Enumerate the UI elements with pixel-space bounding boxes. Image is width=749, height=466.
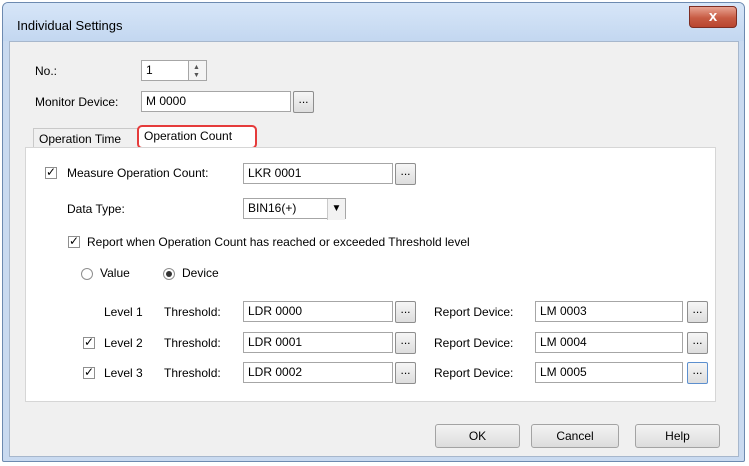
level-2-threshold-browse-button[interactable]: ... [395,332,416,354]
level-3-threshold-input[interactable]: LDR 0002 [243,362,393,383]
device-radio-label: Device [182,266,219,280]
level-3-report-device-label: Report Device: [434,366,514,380]
measure-operation-count-checkbox[interactable]: ✓ [45,166,57,179]
ok-button[interactable]: OK [435,424,520,448]
level-1-threshold-label: Threshold: [164,305,221,319]
level-2-checkbox[interactable]: ✓ [83,336,95,349]
data-type-select[interactable]: BIN16(+) ▼ [243,198,346,220]
no-label: No.: [35,64,58,78]
level-1-threshold-input[interactable]: LDR 0000 [243,301,393,322]
report-threshold-label: Report when Operation Count has reached … [87,235,470,249]
level-1-threshold-browse-button[interactable]: ... [395,301,416,323]
level-3-threshold-browse-button[interactable]: ... [395,362,416,384]
level-1-report-device-input[interactable]: LM 0003 [535,301,683,322]
data-type-label: Data Type: [67,202,125,216]
monitor-device-input[interactable]: M 0000 [141,91,291,112]
measure-operation-count-browse-button[interactable]: ... [395,163,416,185]
level-1-report-device-label: Report Device: [434,305,514,319]
level-2-threshold-input[interactable]: LDR 0001 [243,332,393,353]
radio-selected-dot [166,271,172,277]
cancel-button[interactable]: Cancel [531,424,619,448]
level-3-checkbox[interactable]: ✓ [83,366,95,379]
level-2-threshold-label: Threshold: [164,336,221,350]
monitor-device-label: Monitor Device: [35,95,119,109]
level-3-report-device-input[interactable]: LM 0005 [535,362,683,383]
value-radio-label: Value [100,266,130,280]
level-2-report-device-browse-button[interactable]: ... [687,332,708,354]
no-spinner[interactable]: ▲ ▼ [189,60,207,81]
device-radio[interactable] [163,268,175,280]
report-threshold-checkbox[interactable]: ✓ [68,235,80,248]
level-2-label: Level 2 [104,336,143,350]
level-2-report-device-label: Report Device: [434,336,514,350]
window-title: Individual Settings [17,18,123,33]
level-2-report-device-input[interactable]: LM 0004 [535,332,683,353]
no-input[interactable]: 1 [141,60,189,81]
level-3-threshold-label: Threshold: [164,366,221,380]
level-1-report-device-browse-button[interactable]: ... [687,301,708,323]
level-1-label: Level 1 [104,305,143,319]
measure-operation-count-input[interactable]: LKR 0001 [243,163,393,184]
spin-down-icon[interactable]: ▼ [193,72,200,79]
close-button[interactable]: x [689,6,737,28]
title-bar[interactable]: Individual Settings x [3,3,744,41]
monitor-device-browse-button[interactable]: ... [293,91,314,113]
measure-operation-count-label: Measure Operation Count: [67,166,209,180]
level-3-report-device-browse-button[interactable]: ... [687,362,708,384]
tab-operation-count[interactable]: Operation Count [137,125,257,149]
value-radio[interactable] [81,268,93,280]
help-button[interactable]: Help [635,424,720,448]
close-icon: x [708,8,718,25]
chevron-down-icon[interactable]: ▼ [327,199,345,220]
level-3-label: Level 3 [104,366,143,380]
operation-count-panel: ✓ Measure Operation Count: LKR 0001 ... … [25,147,716,402]
spin-up-icon[interactable]: ▲ [193,64,200,71]
data-type-value: BIN16(+) [248,201,297,215]
